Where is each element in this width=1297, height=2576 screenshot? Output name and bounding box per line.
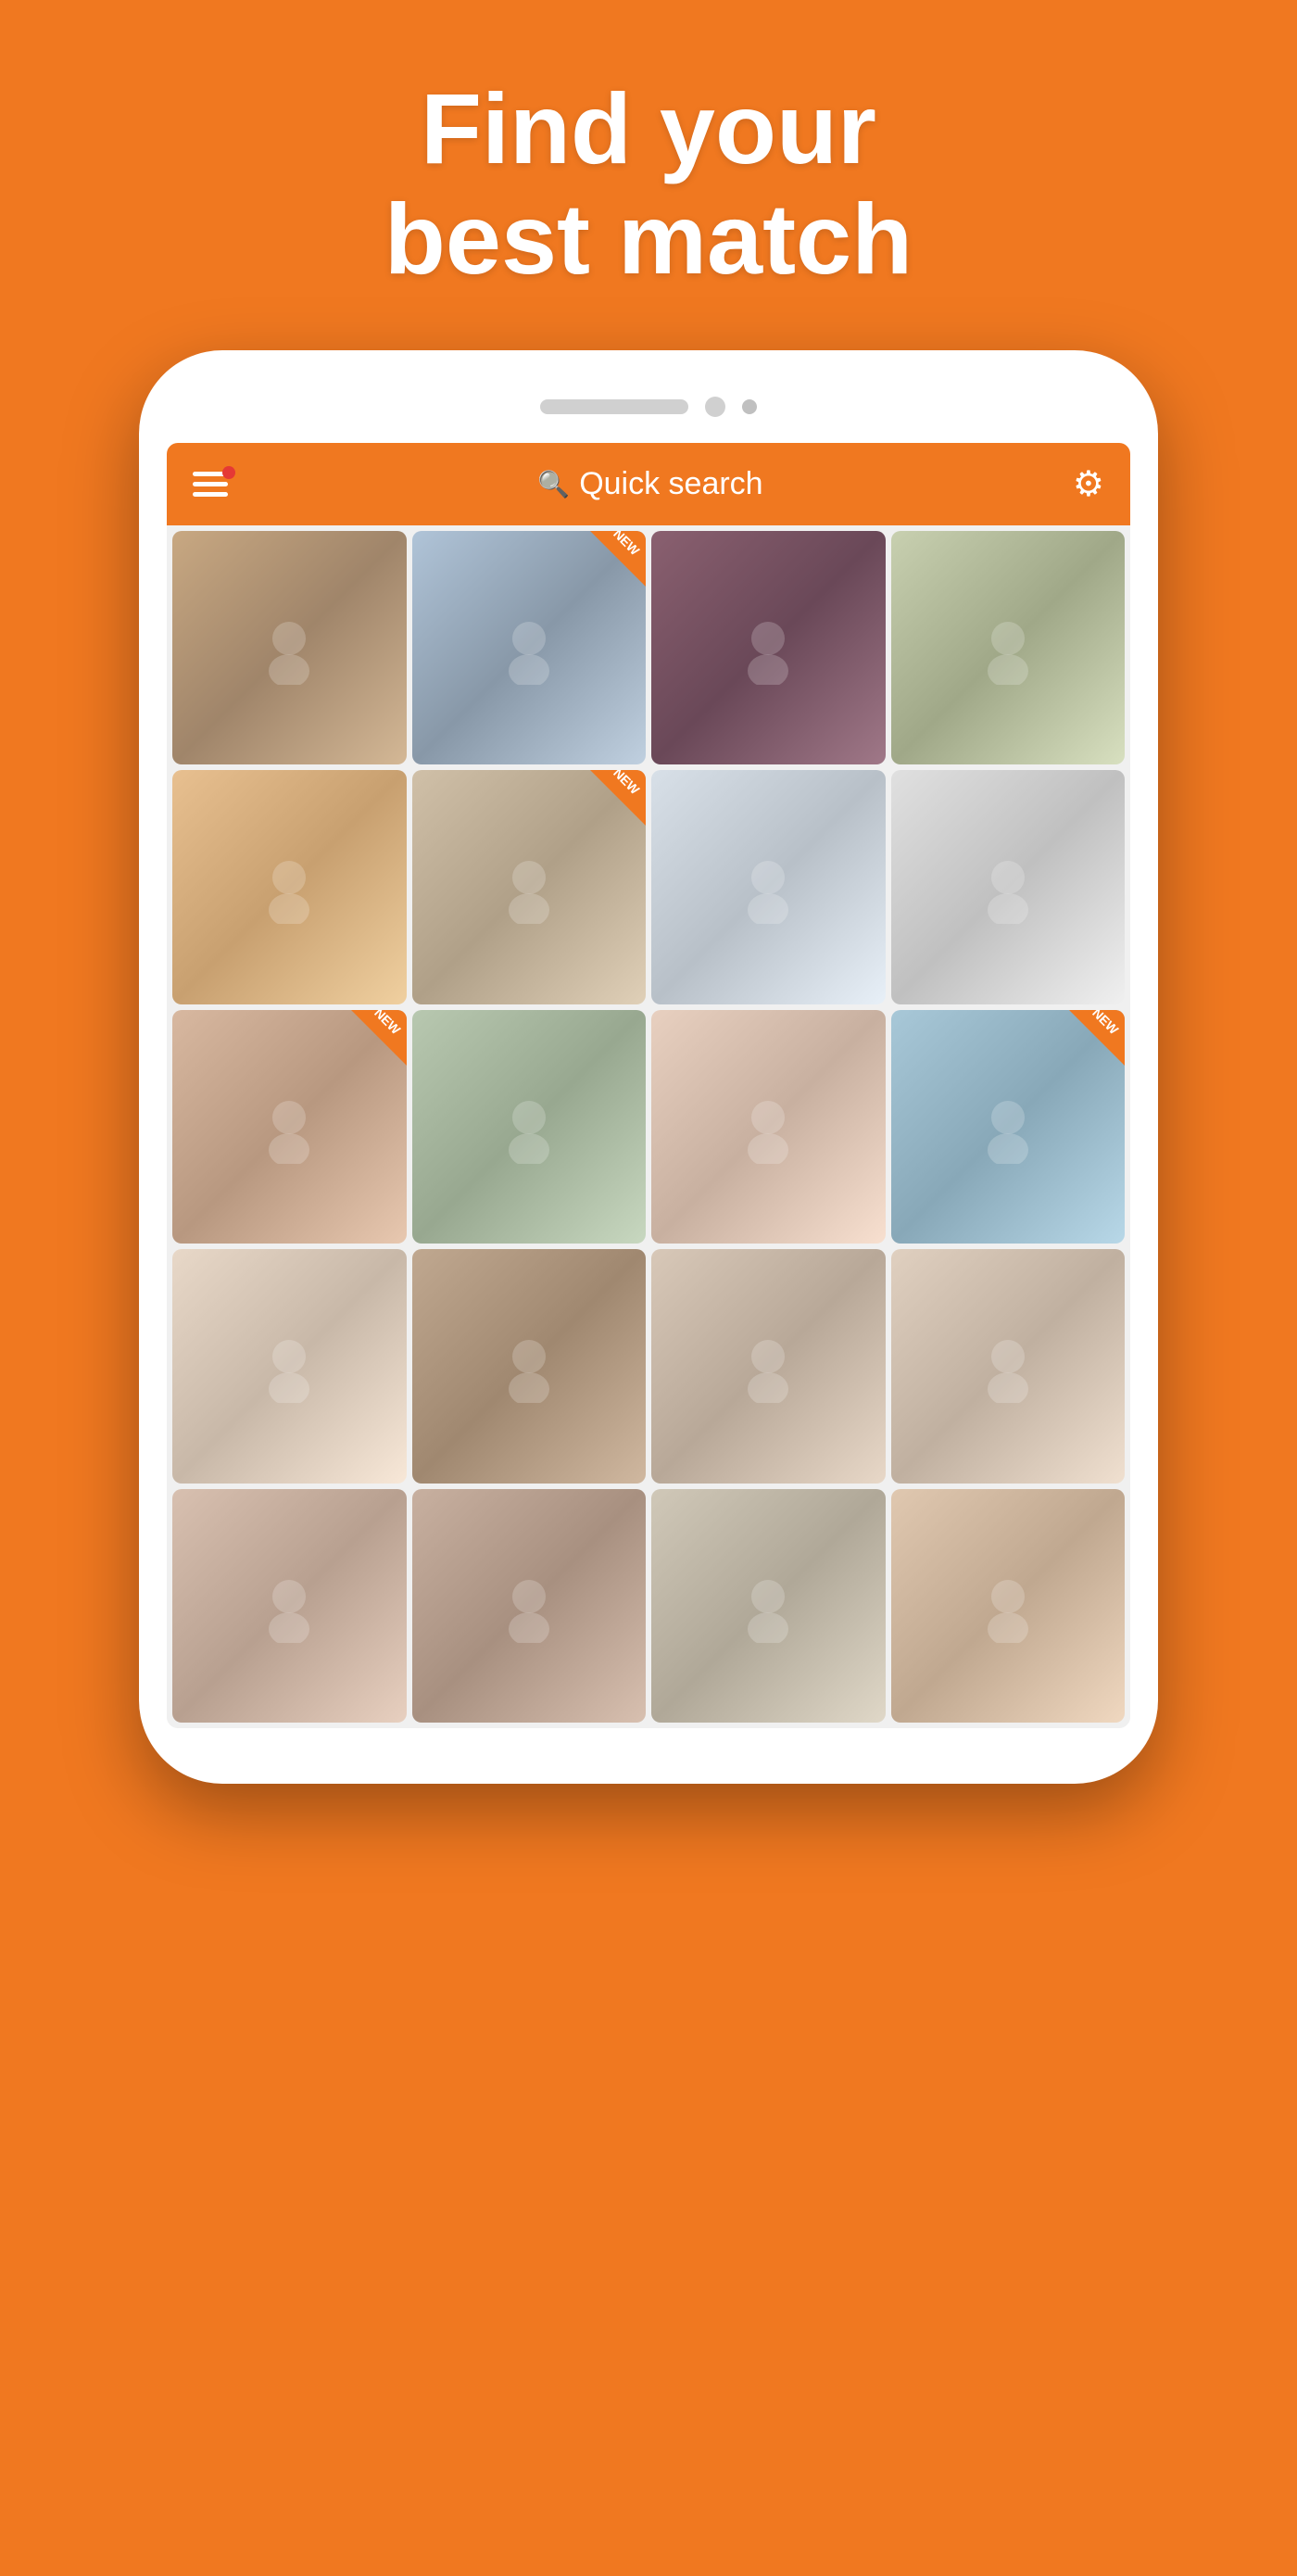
profile-photo-1 bbox=[252, 611, 326, 685]
profile-photo-15 bbox=[731, 1329, 805, 1403]
hero-line1: Find your bbox=[421, 72, 876, 184]
grid-item-16[interactable] bbox=[891, 1249, 1126, 1484]
grid-item-15[interactable] bbox=[651, 1249, 886, 1484]
profile-photo-16 bbox=[971, 1329, 1045, 1403]
photo-grid: NEWNEWNEWNEW bbox=[167, 525, 1130, 1729]
grid-item-14[interactable] bbox=[412, 1249, 647, 1484]
grid-item-20[interactable] bbox=[891, 1489, 1126, 1724]
grid-item-11[interactable] bbox=[651, 1010, 886, 1244]
profile-photo-8 bbox=[971, 850, 1045, 924]
profile-photo-11 bbox=[731, 1090, 805, 1164]
profile-photo-6 bbox=[492, 850, 566, 924]
grid-item-12[interactable]: NEW bbox=[891, 1010, 1126, 1244]
grid-item-8[interactable] bbox=[891, 770, 1126, 1004]
grid-item-2[interactable]: NEW bbox=[412, 531, 647, 765]
search-label: Quick search bbox=[579, 466, 762, 502]
hamburger-line-3 bbox=[193, 492, 228, 497]
phone-camera bbox=[705, 397, 725, 417]
hamburger-line-2 bbox=[193, 482, 228, 486]
profile-photo-14 bbox=[492, 1329, 566, 1403]
profile-photo-18 bbox=[492, 1569, 566, 1643]
grid-item-9[interactable]: NEW bbox=[172, 1010, 407, 1244]
profile-photo-7 bbox=[731, 850, 805, 924]
grid-item-7[interactable] bbox=[651, 770, 886, 1004]
phone-camera-secondary bbox=[742, 399, 757, 414]
profile-photo-13 bbox=[252, 1329, 326, 1403]
profile-photo-3 bbox=[731, 611, 805, 685]
search-bar[interactable]: 🔍 Quick search bbox=[537, 466, 762, 502]
grid-item-13[interactable] bbox=[172, 1249, 407, 1484]
profile-photo-20 bbox=[971, 1569, 1045, 1643]
grid-item-18[interactable] bbox=[412, 1489, 647, 1724]
profile-photo-5 bbox=[252, 850, 326, 924]
grid-item-3[interactable] bbox=[651, 531, 886, 765]
hamburger-menu-button[interactable] bbox=[193, 472, 228, 497]
hero-title: Find your best match bbox=[384, 74, 913, 295]
notification-dot bbox=[222, 466, 235, 479]
grid-item-1[interactable] bbox=[172, 531, 407, 765]
grid-item-19[interactable] bbox=[651, 1489, 886, 1724]
profile-photo-19 bbox=[731, 1569, 805, 1643]
profile-photo-17 bbox=[252, 1569, 326, 1643]
search-icon: 🔍 bbox=[537, 469, 570, 499]
grid-item-4[interactable] bbox=[891, 531, 1126, 765]
phone-top-bar bbox=[540, 397, 757, 417]
hero-line2: best match bbox=[384, 183, 913, 295]
grid-item-10[interactable] bbox=[412, 1010, 647, 1244]
profile-photo-10 bbox=[492, 1090, 566, 1164]
phone-mockup: 🔍 Quick search ⚙ NEWNEWNEWNEW bbox=[139, 350, 1158, 1785]
settings-icon[interactable]: ⚙ bbox=[1073, 463, 1104, 505]
grid-item-5[interactable] bbox=[172, 770, 407, 1004]
app-header: 🔍 Quick search ⚙ bbox=[167, 443, 1130, 525]
phone-speaker bbox=[540, 399, 688, 414]
profile-photo-9 bbox=[252, 1090, 326, 1164]
grid-item-6[interactable]: NEW bbox=[412, 770, 647, 1004]
profile-photo-12 bbox=[971, 1090, 1045, 1164]
grid-item-17[interactable] bbox=[172, 1489, 407, 1724]
profile-photo-2 bbox=[492, 611, 566, 685]
phone-screen: 🔍 Quick search ⚙ NEWNEWNEWNEW bbox=[167, 443, 1130, 1729]
profile-photo-4 bbox=[971, 611, 1045, 685]
